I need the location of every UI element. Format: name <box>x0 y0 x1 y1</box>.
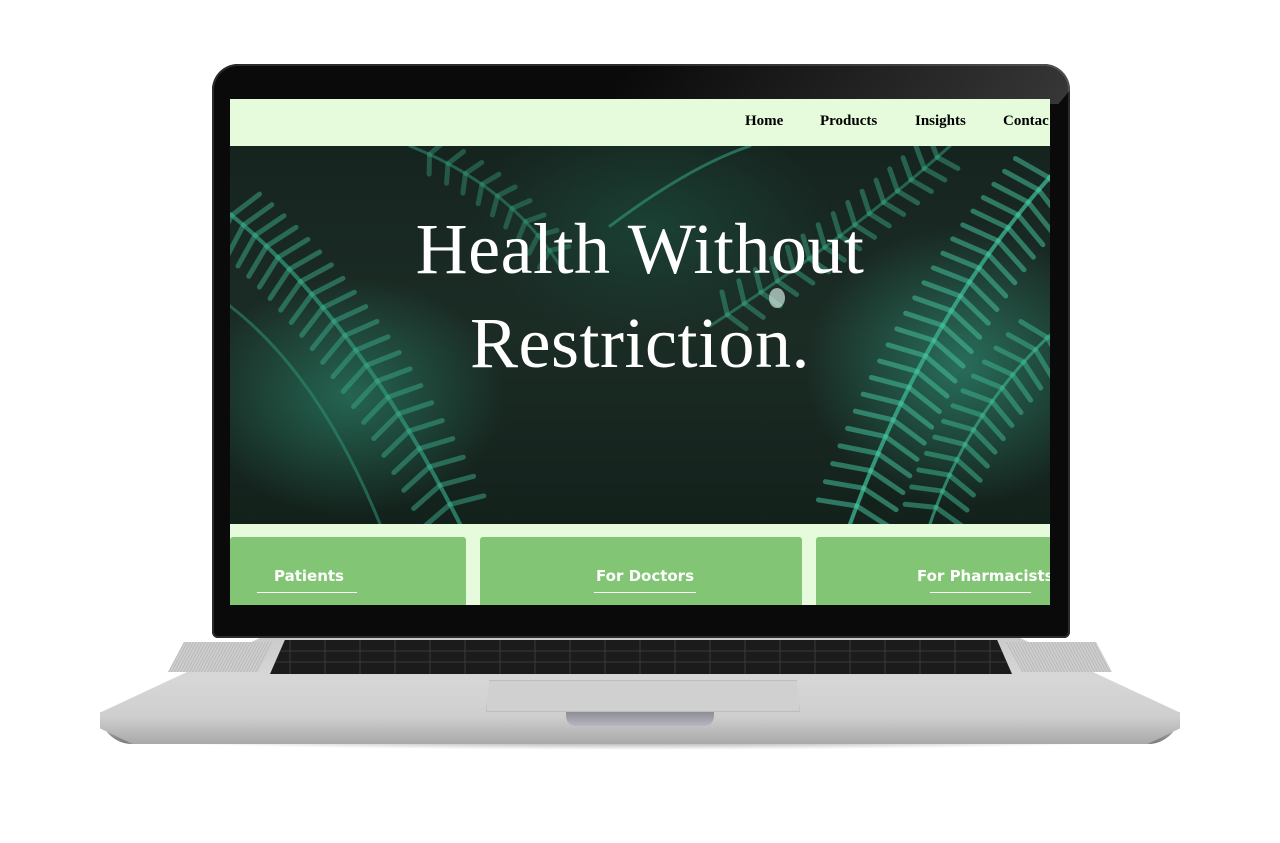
card-title-doctors: For Doctors <box>596 567 695 585</box>
card-title-patients: Patients <box>274 567 344 585</box>
laptop-mockup: Home Products Insights Contac Health Wit… <box>0 0 1280 843</box>
nav-link-home[interactable]: Home <box>745 113 783 130</box>
card-divider <box>594 592 696 593</box>
lid-opening-notch <box>566 712 714 726</box>
nav-link-insights[interactable]: Insights <box>915 113 966 130</box>
card-divider <box>930 592 1031 593</box>
trackpad <box>486 680 800 712</box>
card-pharmacists[interactable]: For Pharmacists <box>816 537 1050 605</box>
card-patients[interactable]: Patients <box>230 537 466 605</box>
hero-section: Health Without Restriction. <box>230 146 1050 524</box>
speaker-grille-left <box>168 642 274 672</box>
card-divider <box>257 592 357 593</box>
lid-glare <box>598 64 1070 104</box>
card-title-pharmacists: For Pharmacists <box>917 567 1050 585</box>
nav-link-contact[interactable]: Contac <box>1003 113 1049 130</box>
card-doctors[interactable]: For Doctors <box>480 537 802 605</box>
keyboard <box>270 640 1012 674</box>
hero-headline-line1: Health Without <box>415 209 865 289</box>
hero-headline-line2: Restriction. <box>470 303 810 383</box>
keyboard-keys <box>270 640 1012 674</box>
website-screen: Home Products Insights Contac Health Wit… <box>230 99 1050 605</box>
hero-headline: Health Without Restriction. <box>230 202 1050 390</box>
audience-cards: Patients For Doctors For Pharmacists <box>230 524 1050 605</box>
nav-link-products[interactable]: Products <box>820 113 877 130</box>
speaker-grille-right <box>1006 642 1112 672</box>
top-nav: Home Products Insights Contac <box>230 99 1050 146</box>
